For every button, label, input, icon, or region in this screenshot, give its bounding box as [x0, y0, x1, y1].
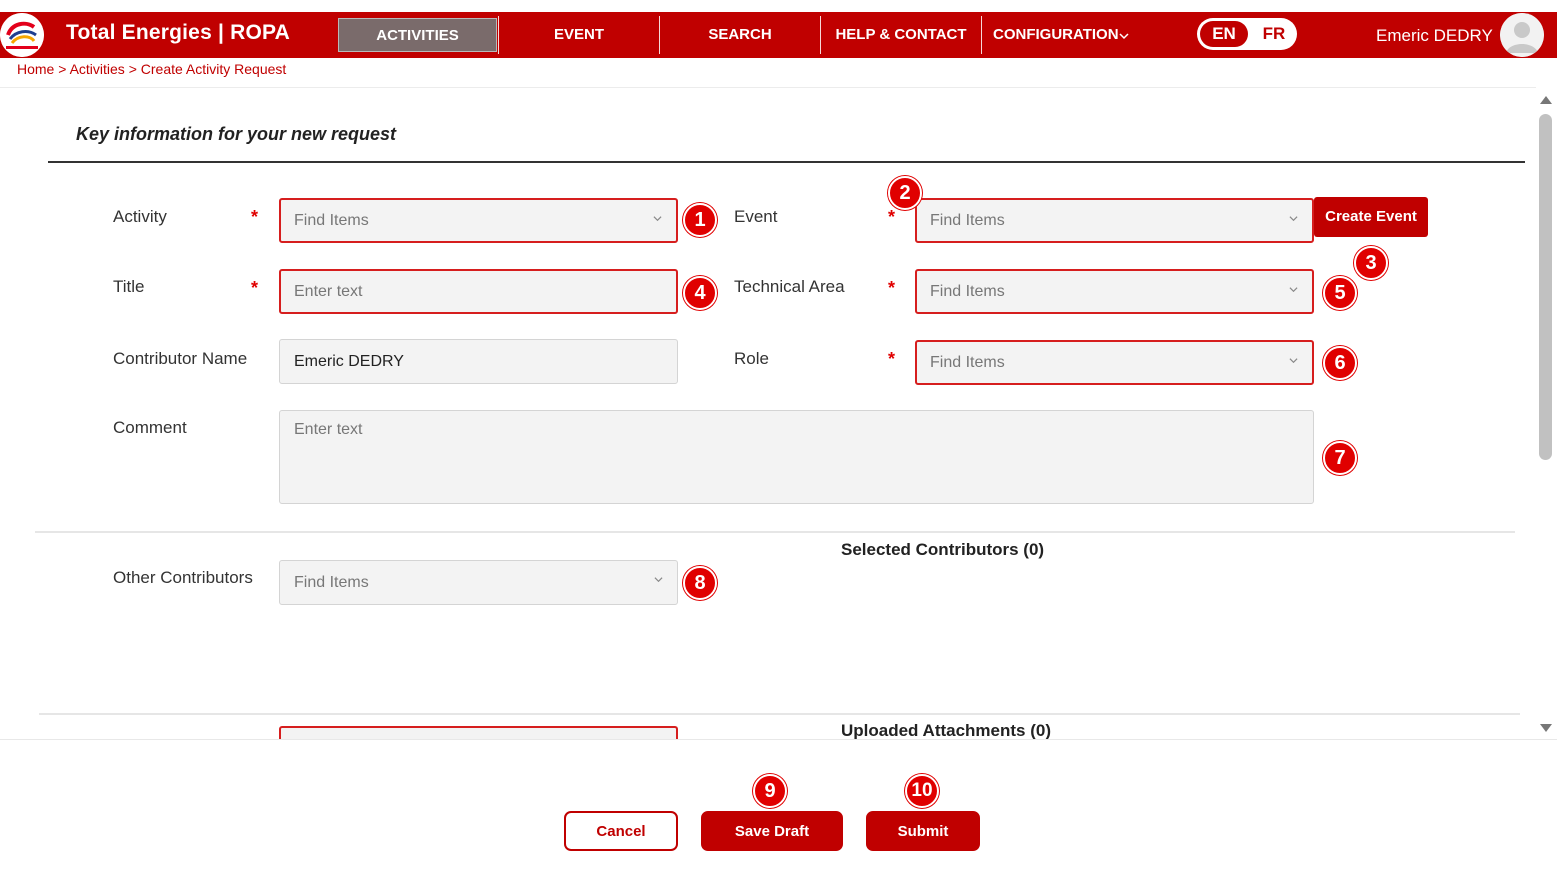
nav-help-contact[interactable]: HELP & CONTACT — [821, 18, 981, 52]
contributor-name-value: Emeric DEDRY — [294, 353, 404, 370]
breadcrumb-home[interactable]: Home — [17, 61, 54, 77]
nav-configuration[interactable]: CONFIGURATION — [993, 18, 1119, 52]
nav-search[interactable]: SEARCH — [660, 18, 820, 52]
step-badge: 2 — [888, 176, 922, 210]
uploaded-attachments-heading: Uploaded Attachments (0) — [841, 721, 1052, 740]
technical-area-label: Technical Area — [734, 277, 845, 296]
step-badge: 5 — [1323, 276, 1357, 310]
step-badge: 8 — [683, 566, 717, 600]
event-dropdown[interactable]: Find Items — [915, 198, 1314, 243]
save-draft-button[interactable]: Save Draft — [701, 811, 843, 851]
section-divider — [39, 713, 1520, 715]
form-footer: 9 10 Cancel Save Draft Submit — [0, 739, 1557, 873]
contributor-name-label: Contributor Name — [113, 349, 248, 368]
step-badge: 10 — [905, 774, 939, 808]
nav-separator — [981, 16, 982, 54]
breadcrumb-activities[interactable]: Activities — [70, 61, 125, 77]
total-energies-logo-icon[interactable] — [0, 13, 44, 57]
step-badge: 3 — [1354, 246, 1388, 280]
top-navigation-bar: Total Energies | ROPA ACTIVITIES EVENT S… — [0, 12, 1557, 58]
chevron-down-icon — [1289, 287, 1298, 293]
scroll-down-arrow-icon[interactable] — [1540, 724, 1552, 732]
required-marker: * — [251, 207, 259, 227]
required-marker: * — [888, 207, 896, 227]
activity-dropdown[interactable]: Find Items — [279, 198, 678, 243]
comment-textarea[interactable]: Enter text — [279, 410, 1314, 504]
selected-contributors-heading: Selected Contributors (0) — [841, 540, 1045, 559]
technical-area-dropdown[interactable]: Find Items — [915, 269, 1314, 314]
chevron-down-icon — [1289, 216, 1298, 222]
breadcrumb-separator: > — [128, 61, 137, 77]
role-label: Role — [734, 349, 769, 368]
technical-area-placeholder: Find Items — [930, 283, 1005, 300]
attachment-upload-field[interactable] — [279, 726, 678, 740]
step-badge: 9 — [753, 774, 787, 808]
title-placeholder: Enter text — [294, 283, 363, 300]
page-scrollbar[interactable] — [1536, 92, 1556, 738]
title-label: Title — [113, 277, 145, 296]
user-name[interactable]: Emeric DEDRY — [1376, 26, 1493, 46]
activity-placeholder: Find Items — [294, 212, 369, 229]
breadcrumb-separator: > — [58, 61, 67, 77]
required-marker: * — [888, 278, 896, 298]
section-divider — [35, 531, 1515, 533]
event-label: Event — [734, 207, 778, 226]
header-divider — [0, 87, 1536, 88]
user-avatar-icon[interactable] — [1500, 13, 1544, 57]
create-event-button[interactable]: Create Event — [1314, 197, 1428, 237]
role-dropdown[interactable]: Find Items — [915, 340, 1314, 385]
step-badge: 6 — [1323, 346, 1357, 380]
event-placeholder: Find Items — [930, 212, 1005, 229]
breadcrumb-current: Create Activity Request — [140, 61, 287, 77]
section-divider — [48, 161, 1525, 163]
app-title: Total Energies | ROPA — [66, 21, 291, 44]
step-badge: 4 — [683, 276, 717, 310]
required-marker: * — [888, 349, 896, 369]
activity-label: Activity — [113, 207, 167, 226]
cancel-button[interactable]: Cancel — [564, 811, 678, 851]
language-en[interactable]: EN — [1200, 21, 1248, 47]
breadcrumb: Home > Activities > Create Activity Requ… — [17, 61, 286, 77]
section-title: Key information for your new request — [76, 124, 397, 144]
language-toggle[interactable]: EN FR — [1197, 18, 1297, 50]
language-fr[interactable]: FR — [1255, 21, 1293, 47]
title-input[interactable]: Enter text — [279, 269, 678, 314]
contributor-name-input[interactable]: Emeric DEDRY — [279, 339, 678, 384]
step-badge: 1 — [683, 203, 717, 237]
other-contributors-dropdown[interactable]: Find Items — [279, 560, 678, 605]
chevron-down-icon — [1289, 358, 1298, 364]
required-marker: * — [251, 278, 259, 298]
submit-button[interactable]: Submit — [866, 811, 980, 851]
other-contributors-placeholder: Find Items — [294, 574, 369, 591]
comment-label: Comment — [113, 418, 187, 437]
nav-activities[interactable]: ACTIVITIES — [338, 18, 497, 52]
chevron-down-icon[interactable] — [1119, 32, 1129, 40]
nav-event[interactable]: EVENT — [499, 18, 659, 52]
role-placeholder: Find Items — [930, 354, 1005, 371]
other-contributors-label: Other Contributors — [113, 568, 253, 587]
comment-placeholder: Enter text — [294, 421, 363, 438]
chevron-down-icon — [653, 216, 662, 222]
step-badge: 7 — [1323, 441, 1357, 475]
scroll-up-arrow-icon[interactable] — [1540, 96, 1552, 104]
chevron-down-icon — [654, 577, 663, 583]
scroll-thumb[interactable] — [1539, 114, 1552, 460]
